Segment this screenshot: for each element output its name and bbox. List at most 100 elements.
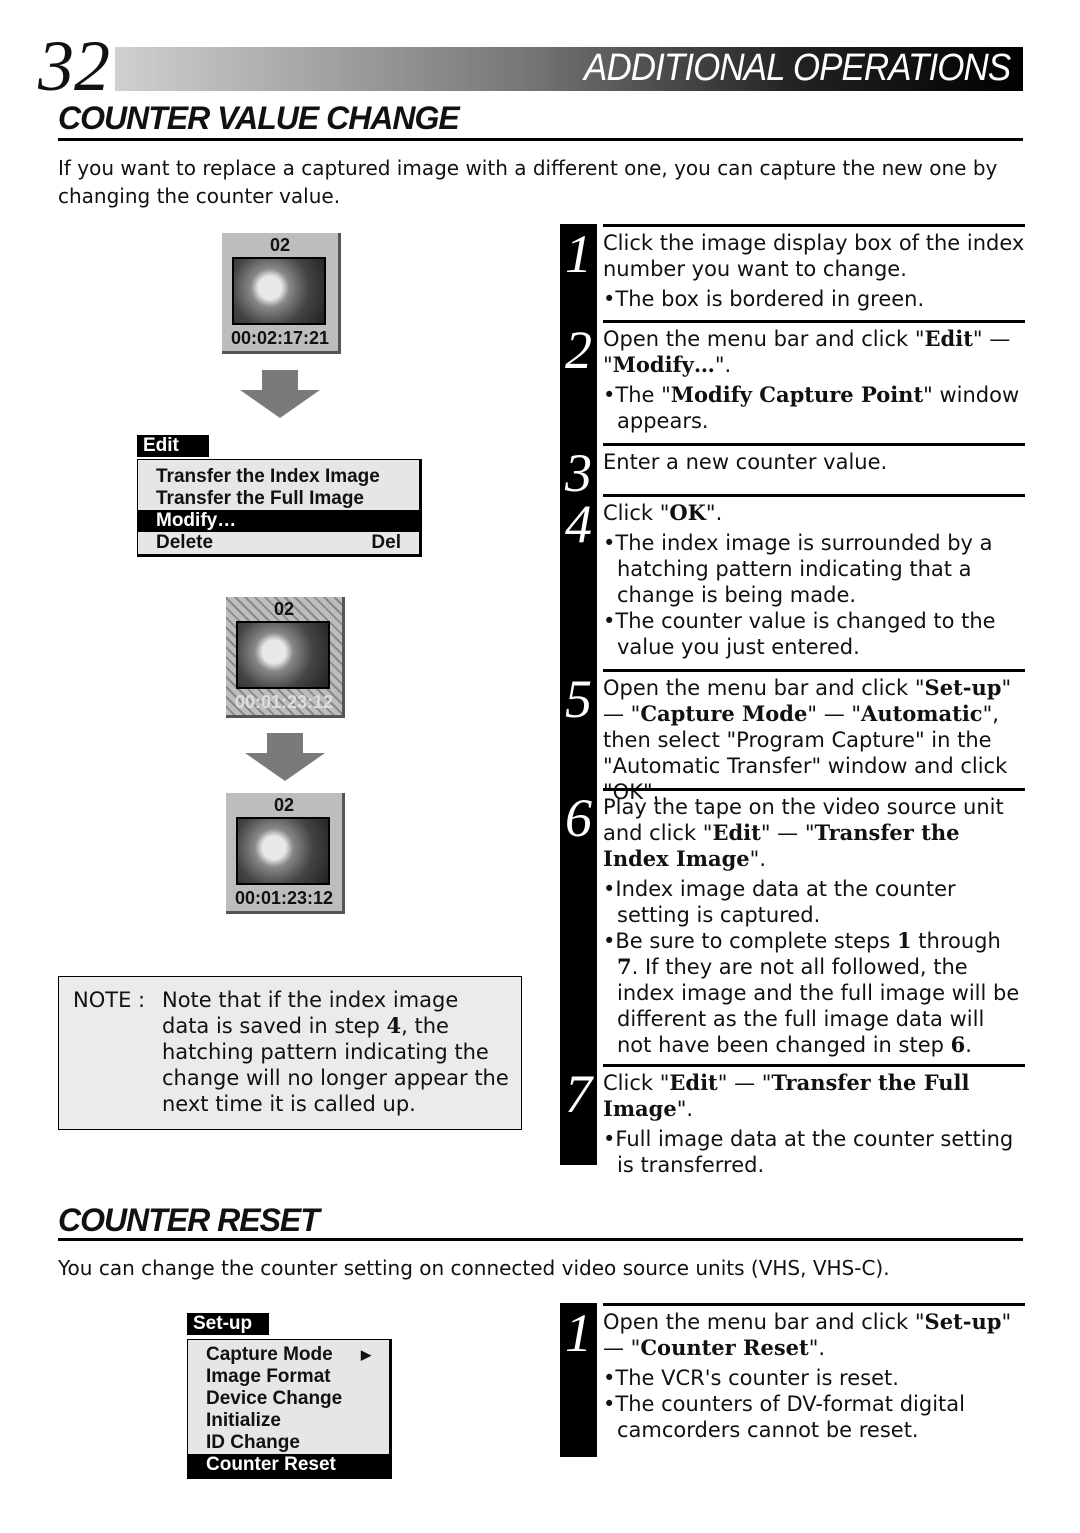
divider (58, 1238, 1023, 1241)
step-bullet: •The counters of DV-format digital camco… (603, 1392, 965, 1442)
text-run: ". (705, 501, 723, 525)
text-run: ". (749, 847, 767, 871)
bold-term: Modify… (612, 352, 715, 377)
text-run: Click " (603, 501, 670, 525)
text-run: The counters of DV-format digital camcor… (615, 1392, 965, 1442)
step-number: 7 (565, 1064, 592, 1124)
menu-item-label: Transfer the Index Image (156, 466, 380, 487)
step-bullet: •The "Modify Capture Point" window appea… (603, 382, 1020, 433)
note-box: NOTE : Note that if the index image data… (58, 976, 522, 1130)
text-run: " — " (760, 821, 815, 845)
arrow-down-icon (245, 733, 325, 781)
step-bullet: •The counter value is changed to the val… (603, 609, 996, 659)
text-run: The counter value is changed to the valu… (615, 609, 996, 659)
index-thumbnail-hatched: 02 00:01:23:12 (226, 597, 345, 718)
thumbnail-image (236, 621, 330, 689)
step-body: Open the menu bar and click "Edit" — "Mo… (603, 326, 1025, 434)
menu-item[interactable]: Transfer the Index Image (138, 466, 419, 488)
step-bullet: •Full image data at the counter setting … (603, 1127, 1014, 1177)
bold-term: Automatic (861, 701, 983, 726)
text-run: ". (714, 353, 732, 377)
menu-item[interactable]: Counter Reset (188, 1454, 389, 1476)
step-divider (603, 494, 1025, 497)
menu-item-label: Device Change (206, 1388, 343, 1409)
intro-text: If you want to replace a captured image … (58, 156, 998, 208)
bold-term: Capture Mode (640, 701, 808, 726)
step-bullet: •Be sure to complete steps 1 through 7. … (603, 928, 1020, 1057)
step-number: 2 (565, 320, 592, 380)
step-bullet: •The index image is surrounded by a hatc… (603, 531, 993, 607)
step-instruction: Click "OK". (603, 500, 1025, 526)
bold-term: OK (669, 500, 706, 525)
menu-title[interactable]: Edit (137, 435, 209, 457)
menu-item[interactable]: ID Change (188, 1432, 389, 1454)
text-run: The box is bordered in green. (615, 287, 925, 311)
divider (58, 138, 1023, 141)
menu-item[interactable]: Modify… (138, 510, 419, 532)
menu-item[interactable]: Initialize (188, 1410, 389, 1432)
section-title: COUNTER RESET (58, 1202, 320, 1238)
bold-term: 1 (896, 928, 912, 953)
step-number: 1 (565, 1303, 592, 1363)
counter-value: 00:01:23:12 (234, 692, 334, 712)
note-text: Note that if the index image data is sav… (162, 987, 512, 1117)
arrow-down-icon (240, 370, 320, 418)
text-run: Enter a new counter value. (603, 450, 888, 474)
step-instruction: Open the menu bar and click "Edit" — "Mo… (603, 326, 1025, 378)
index-thumbnail: 02 00:01:23:12 (226, 793, 345, 914)
step-instruction: Play the tape on the video source unit a… (603, 794, 1025, 872)
text-run: Open the menu bar and click " (603, 676, 925, 700)
step-divider (603, 224, 1025, 227)
bold-term: Edit (712, 820, 761, 845)
bold-term: Set-up (924, 675, 1002, 700)
text-run: ". (676, 1097, 694, 1121)
step-body: Click "Edit" — "Transfer the Full Image"… (603, 1070, 1025, 1178)
step-body: Open the menu bar and click "Set-up" — "… (603, 1309, 1025, 1443)
menu-item-label: Image Format (206, 1366, 331, 1387)
step-divider (603, 669, 1025, 672)
step-body: Play the tape on the video source unit a… (603, 794, 1025, 1058)
step-instruction: Open the menu bar and click "Set-up" — "… (603, 1309, 1025, 1361)
bold-term: Edit (669, 1070, 718, 1095)
text-run: The index image is surrounded by a hatch… (615, 531, 993, 607)
step-instruction: Click "Edit" — "Transfer the Full Image"… (603, 1070, 1025, 1122)
text-run: Open the menu bar and click " (603, 327, 925, 351)
menu-item[interactable]: Transfer the Full Image (138, 488, 419, 510)
menu-list: Transfer the Index Image Transfer the Ful… (137, 459, 422, 557)
menu-item[interactable]: Device Change (188, 1388, 389, 1410)
menu-item[interactable]: Image Format (188, 1366, 389, 1388)
text-run: The " (615, 383, 671, 407)
menu-title[interactable]: Set-up (187, 1313, 269, 1335)
text-run: through (911, 929, 1001, 953)
chevron-right-icon: ▶ (361, 1347, 371, 1362)
text-run: . (965, 1033, 972, 1057)
menu-list: Capture Mode ▶ Image Format Device Change In… (187, 1339, 392, 1479)
bold-term: Edit (924, 326, 973, 351)
step-number: 6 (565, 788, 592, 848)
text-run: " — " (717, 1071, 772, 1095)
text-run: Open the menu bar and click " (603, 1310, 925, 1334)
index-number: 02 (273, 599, 295, 619)
bold-term: 4 (386, 1013, 402, 1038)
menu-item-label: ID Change (206, 1432, 300, 1453)
menu-item[interactable]: Capture Mode ▶ (188, 1344, 389, 1366)
section-title: COUNTER VALUE CHANGE (58, 100, 460, 136)
index-thumbnail: 02 00:02:17:21 (222, 233, 341, 354)
chapter-title: ADDITIONAL OPERATIONS (583, 47, 1011, 89)
menu-item[interactable]: Delete Del (138, 532, 419, 554)
index-number: 02 (269, 235, 291, 255)
step-instruction: Enter a new counter value. (603, 449, 1025, 475)
step-body: Click the image display box of the index… (603, 230, 1025, 312)
menu-item-label: Transfer the Full Image (156, 488, 364, 509)
step-bullet: •The VCR's counter is reset. (603, 1366, 899, 1390)
counter-value: 00:01:23:12 (234, 888, 334, 908)
step-bullet: •Index image data at the counter setting… (603, 877, 956, 927)
step-instruction: Open the menu bar and click "Set-up" — "… (603, 675, 1025, 805)
text-run: The VCR's counter is reset. (615, 1366, 899, 1390)
step-divider (603, 788, 1025, 791)
text-run: Be sure to complete steps (615, 929, 897, 953)
setup-menu: Set-up Capture Mode ▶ Image Format Device C… (187, 1313, 392, 1479)
note-label: NOTE : (73, 988, 146, 1012)
step-number: 1 (565, 224, 592, 284)
text-run: Click " (603, 1071, 670, 1095)
